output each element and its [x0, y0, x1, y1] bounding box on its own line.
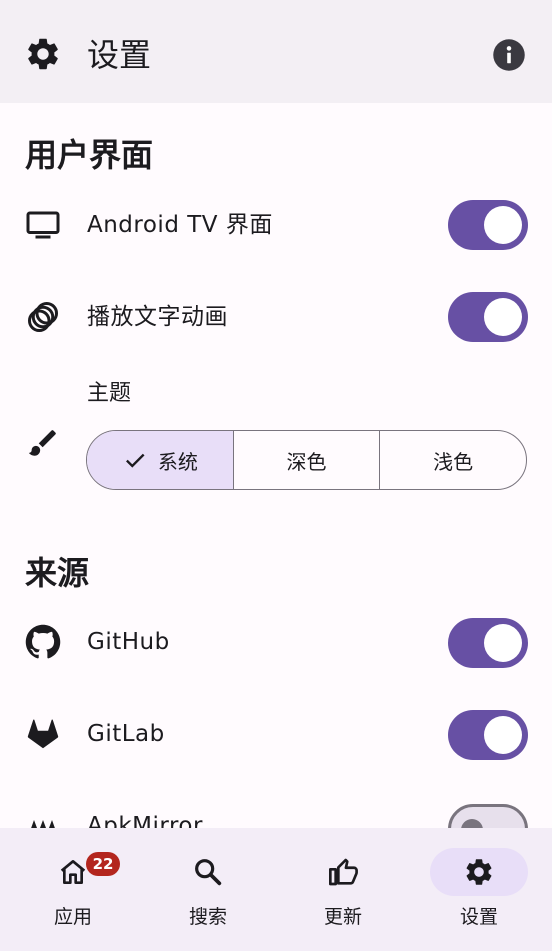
github-icon	[25, 624, 61, 659]
android-tv-toggle[interactable]	[448, 200, 528, 250]
theme-label: 主题	[87, 381, 132, 406]
gitlab-toggle[interactable]	[448, 710, 528, 760]
text-animation-toggle[interactable]	[448, 292, 528, 342]
toggle-knob	[484, 716, 522, 754]
section-title-sources: 来源	[25, 554, 90, 592]
page-title: 设置	[87, 36, 152, 74]
thumbs-up-icon	[329, 858, 358, 886]
brush-icon	[28, 430, 56, 456]
info-icon[interactable]	[491, 37, 527, 73]
check-icon	[125, 453, 145, 468]
nav-label: 更新	[323, 906, 362, 928]
nav-item-updates[interactable]: 更新	[274, 828, 412, 951]
theme-option-dark[interactable]: 深色	[232, 431, 380, 489]
theme-option-label: 浅色	[433, 449, 474, 474]
theme-option-label: 系统	[157, 449, 198, 474]
gitlab-icon	[27, 719, 59, 749]
setting-row-android-tv[interactable]: Android TV 界面	[0, 197, 552, 253]
theme-segmented-control: 系统 深色 浅色	[86, 430, 527, 490]
source-label: GitHub	[87, 629, 170, 655]
section-title-ui: 用户界面	[25, 136, 154, 174]
nav-label: 搜索	[188, 906, 227, 928]
toggle-knob	[484, 624, 522, 662]
nav-item-apps[interactable]: 22 应用	[4, 828, 142, 951]
theme-option-light[interactable]: 浅色	[379, 431, 526, 489]
source-label: GitLab	[87, 721, 165, 747]
update-count-badge: 22	[86, 852, 120, 876]
theme-option-label: 深色	[286, 449, 327, 474]
setting-label: 播放文字动画	[87, 304, 228, 330]
setting-label: Android TV 界面	[87, 212, 273, 238]
tv-icon	[26, 211, 60, 239]
gear-icon	[466, 859, 492, 885]
source-row-github[interactable]: GitHub	[0, 614, 552, 670]
source-row-gitlab[interactable]: GitLab	[0, 706, 552, 762]
animation-rings-icon	[28, 302, 58, 332]
nav-label: 应用	[53, 906, 92, 928]
top-app-bar: 设置	[0, 0, 552, 103]
gear-icon	[28, 38, 58, 70]
toggle-knob	[484, 206, 522, 244]
github-toggle[interactable]	[448, 618, 528, 668]
nav-item-settings[interactable]: 设置	[410, 828, 548, 951]
setting-row-text-animation[interactable]: 播放文字动画	[0, 289, 552, 345]
toggle-knob	[484, 298, 522, 336]
theme-option-system[interactable]: 系统	[87, 431, 233, 489]
home-icon	[60, 860, 86, 884]
nav-item-search[interactable]: 搜索	[139, 828, 277, 951]
bottom-navigation-bar: 22 应用 搜索 更新 设置	[0, 828, 552, 951]
nav-label: 设置	[459, 906, 498, 928]
search-icon	[195, 859, 222, 886]
